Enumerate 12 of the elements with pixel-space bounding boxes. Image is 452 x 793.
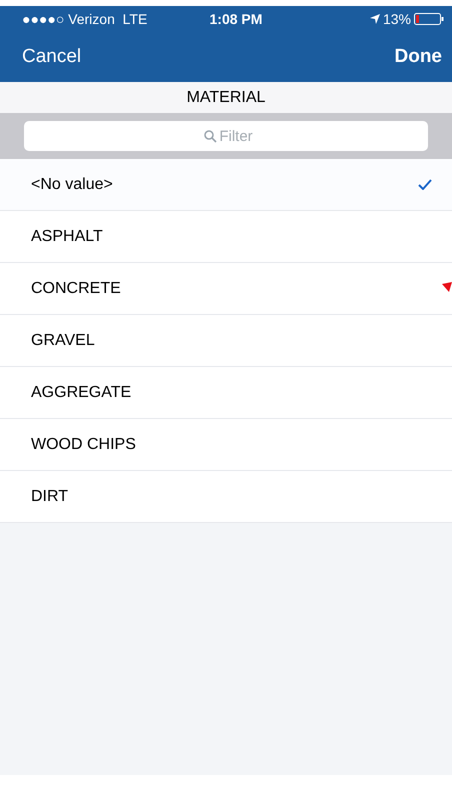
- filter-field[interactable]: Filter: [24, 121, 428, 151]
- clock-text: 1:08 PM: [208, 10, 264, 28]
- checkmark-icon: [418, 179, 432, 190]
- battery-percent: 13%: [382, 10, 411, 28]
- location-icon: [370, 14, 380, 24]
- cancel-button[interactable]: Cancel: [22, 42, 82, 72]
- battery-icon: [414, 13, 444, 25]
- option-row[interactable]: <No value>: [0, 159, 452, 211]
- picker-title: MATERIAL: [186, 88, 266, 108]
- search-icon: [204, 130, 217, 143]
- carrier-text: ●●●●○ Verizon LTE: [22, 10, 148, 28]
- done-button[interactable]: Done: [394, 42, 442, 72]
